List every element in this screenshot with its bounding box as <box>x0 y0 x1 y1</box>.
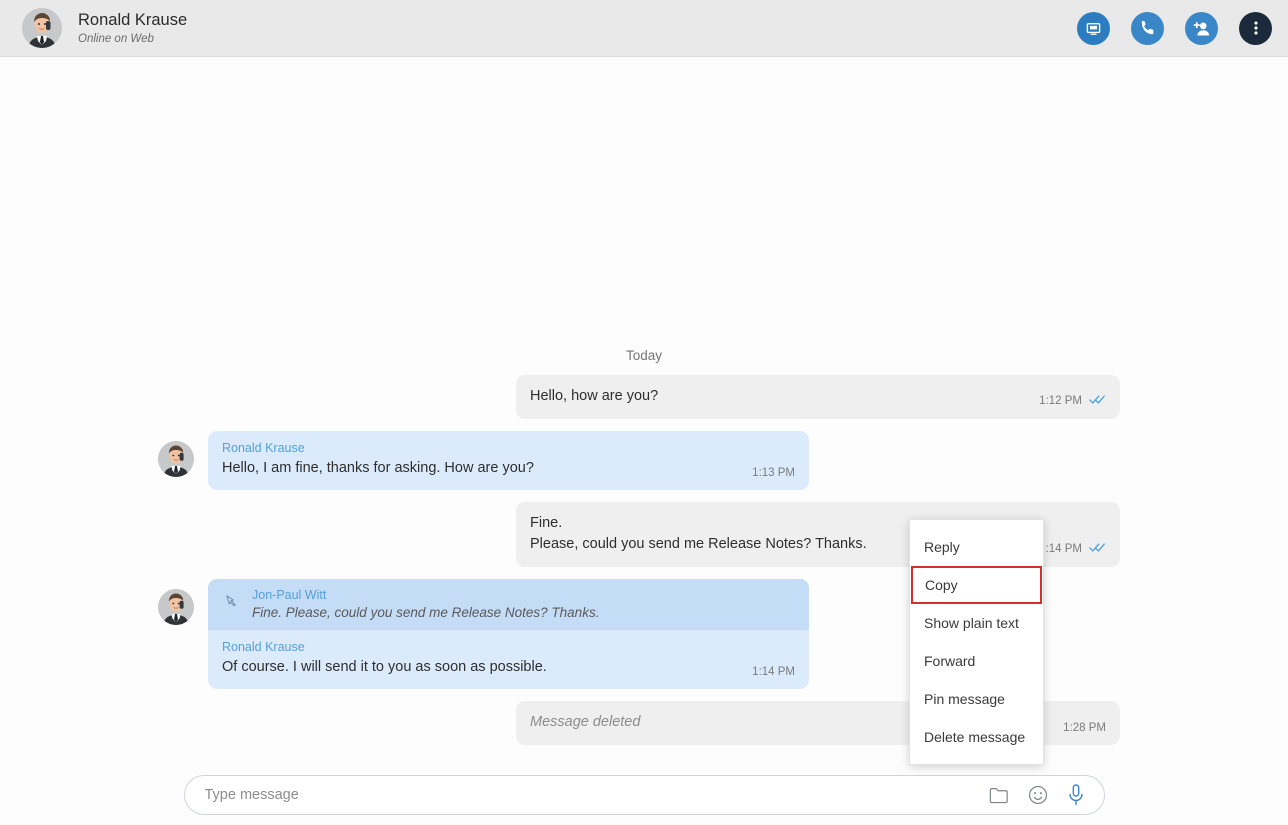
attachment-folder-icon[interactable] <box>988 785 1010 805</box>
message-row[interactable]: Message deleted 1:28 PM <box>0 700 1288 745</box>
contact-name: Ronald Krause <box>78 10 188 29</box>
quote-author: Jon-Paul Witt <box>252 587 327 602</box>
message-avatar[interactable] <box>158 588 194 625</box>
read-receipt-icon <box>1089 542 1106 556</box>
message-bubble-incoming[interactable]: Jon-Paul Witt Fine. Please, could you se… <box>208 578 809 689</box>
composer-box[interactable] <box>183 775 1105 815</box>
message-bubble-outgoing[interactable]: Hello, how are you? 1:12 PM <box>516 374 1120 419</box>
message-body: Hello, how are you? 1:12 PM <box>516 375 1120 419</box>
chat-window: Ronald Krause Online on Web Today Hello,… <box>0 0 1288 825</box>
message-bubble-incoming[interactable]: Ronald Krause Hello, I am fine, thanks f… <box>208 430 809 490</box>
composer-icons <box>988 783 1086 807</box>
message-time: 1:28 PM <box>1063 722 1106 734</box>
message-list[interactable]: Today Hello, how are you? 1:12 PM Ronald… <box>0 57 1288 765</box>
add-person-icon[interactable] <box>1185 11 1218 45</box>
chat-header: Ronald Krause Online on Web <box>0 0 1288 57</box>
message-time: 1:13 PM <box>752 466 795 479</box>
message-meta: :14 PM <box>1046 542 1106 556</box>
message-meta: 1:13 PM <box>752 467 795 479</box>
more-options-icon[interactable] <box>1239 11 1272 45</box>
header-actions <box>1077 11 1272 45</box>
message-context-menu[interactable]: Reply Copy Show plain text Forward Pin m… <box>909 519 1044 765</box>
message-text: Of course. I will send it to you as soon… <box>222 658 547 675</box>
message-time: :14 PM <box>1045 542 1082 555</box>
message-text: Hello, how are you? <box>530 387 659 404</box>
header-contact-info: Ronald Krause Online on Web <box>78 10 187 47</box>
message-row[interactable]: Fine. Please, could you send me Release … <box>0 501 1288 567</box>
message-time: 1:12 PM <box>1039 394 1082 407</box>
screen-share-icon[interactable] <box>1077 11 1110 45</box>
message-avatar[interactable] <box>158 440 194 477</box>
message-row[interactable]: Ronald Krause Hello, I am fine, thanks f… <box>0 430 1288 490</box>
ctx-show-plain-text[interactable]: Show plain text <box>910 604 1043 642</box>
emoji-icon[interactable] <box>1027 784 1049 806</box>
message-row[interactable]: Hello, how are you? 1:12 PM <box>0 374 1288 419</box>
read-receipt-icon <box>1089 394 1106 408</box>
contact-status: Online on Web <box>78 33 154 46</box>
message-author: Ronald Krause <box>222 440 305 455</box>
ctx-forward[interactable]: Forward <box>910 642 1043 680</box>
message-meta: 1:12 PM <box>1039 394 1106 408</box>
message-composer <box>0 765 1288 825</box>
message-text: Hello, I am fine, thanks for asking. How… <box>222 459 534 476</box>
message-body: Ronald Krause Of course. I will send it … <box>208 630 809 689</box>
ctx-reply[interactable]: Reply <box>910 528 1043 566</box>
message-author: Ronald Krause <box>222 639 305 654</box>
day-divider: Today <box>625 347 663 363</box>
ctx-copy[interactable]: Copy <box>911 566 1042 604</box>
message-meta: 1:28 PM <box>1063 722 1106 734</box>
message-meta: 1:14 PM <box>752 666 795 678</box>
message-body: Ronald Krause Hello, I am fine, thanks f… <box>208 431 809 490</box>
reply-arrow-icon <box>224 593 239 613</box>
message-row[interactable]: Jon-Paul Witt Fine. Please, could you se… <box>0 578 1288 689</box>
quote-text: Fine. Please, could you send me Release … <box>252 604 600 620</box>
header-contact-avatar[interactable] <box>22 8 62 48</box>
message-input[interactable] <box>204 787 988 803</box>
ctx-delete-message[interactable]: Delete message <box>910 718 1043 756</box>
quoted-message[interactable]: Jon-Paul Witt Fine. Please, could you se… <box>208 578 809 630</box>
phone-call-icon[interactable] <box>1131 11 1164 45</box>
microphone-icon[interactable] <box>1066 783 1086 807</box>
ctx-pin-message[interactable]: Pin message <box>910 680 1043 718</box>
message-time: 1:14 PM <box>752 665 795 678</box>
